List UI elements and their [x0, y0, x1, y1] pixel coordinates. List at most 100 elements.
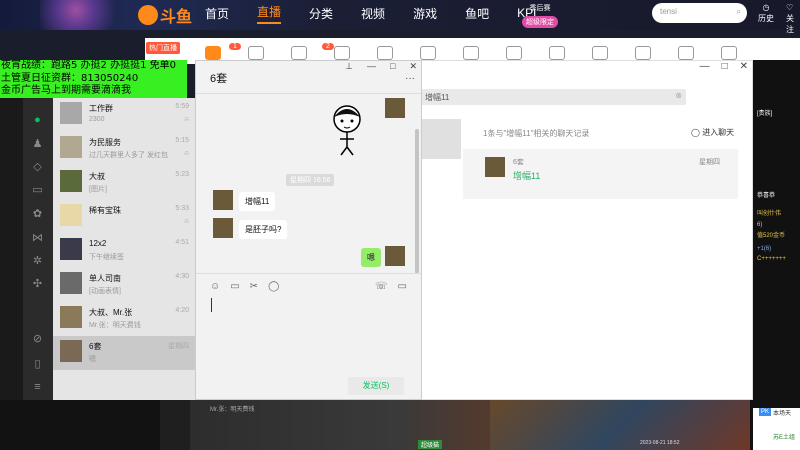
list-item[interactable]: 大叔、Mr.张 Mr.张：明天费钱 4:20	[53, 302, 195, 336]
close-icon[interactable]: ✕	[409, 61, 417, 72]
category-icon-crown[interactable]	[635, 46, 651, 60]
search-value: tensi	[660, 7, 677, 16]
minimize-icon[interactable]: —	[700, 61, 710, 72]
conversation-name: 12x2	[89, 239, 107, 248]
list-item[interactable]: 工作群 2300 5:59 ⍾	[53, 98, 195, 132]
maximize-icon[interactable]: □	[390, 61, 395, 72]
history-button[interactable]: ◷ 历史	[758, 2, 774, 24]
list-item[interactable]: 12x2 下午继续签 4:51	[53, 234, 195, 268]
search-category-tab[interactable]	[421, 119, 461, 159]
conversation-preview: 2300	[89, 116, 105, 123]
channels-icon[interactable]: ⋈	[31, 232, 44, 245]
list-item[interactable]: 为民服务 过几天群里人多了 发红包 5:15 ⍾	[53, 132, 195, 166]
message-input[interactable]	[211, 298, 212, 312]
clear-search-icon[interactable]: ⊗	[675, 91, 682, 100]
mute-icon: ⍾	[184, 150, 189, 157]
scrollbar[interactable]	[415, 129, 419, 274]
search-icon[interactable]: ⌕	[737, 7, 741, 17]
result-message: 增幅11	[513, 171, 541, 181]
close-icon[interactable]: ✕	[740, 61, 748, 72]
category-icon-game[interactable]	[463, 46, 479, 60]
category-icon-task[interactable]	[377, 46, 393, 60]
category-icon-gift2[interactable]	[506, 46, 522, 60]
category-icon-live[interactable]	[205, 46, 221, 60]
send-button[interactable]: 发送(S)	[348, 377, 404, 395]
conversation-time: 4:20	[175, 307, 189, 314]
contacts-icon[interactable]: ♟	[31, 138, 44, 151]
chat-history-icon[interactable]: ◯	[268, 281, 279, 292]
nav-category[interactable]: 分类	[309, 5, 333, 22]
pin-icon[interactable]: ⊥	[345, 61, 353, 72]
mini-program-icon[interactable]: ✣	[31, 278, 44, 291]
wechat-sidebar: ● ♟ ◇ ▭ ✿ ⋈ ✲ ✣ ⊘ ▯ ≡	[23, 98, 53, 400]
category-icon-gift[interactable]	[334, 46, 350, 60]
avatar[interactable]	[385, 98, 405, 118]
sticker-image[interactable]	[327, 101, 367, 157]
list-item[interactable]: 单人司南 [动画表情] 4:30	[53, 268, 195, 302]
avatar[interactable]	[385, 246, 405, 266]
chat-title: 6套	[210, 73, 228, 85]
category-icons	[205, 46, 737, 60]
message-bubble-own[interactable]: 嗯	[361, 248, 381, 267]
minimize-icon[interactable]: —	[367, 61, 376, 72]
more-icon[interactable]: ···	[405, 73, 415, 84]
list-item[interactable]: 6套 嗯 星期四	[53, 336, 195, 370]
promo-banner[interactable]: 季后赛 超级限定	[515, 3, 565, 28]
overlay-line-3: 金币广告马上到期需要滴滴我	[1, 85, 131, 96]
follow-button[interactable]: ♡ 关注	[786, 2, 800, 35]
folder-icon[interactable]: ▭	[31, 184, 44, 197]
message-bubble[interactable]: 是胚子吗?	[239, 220, 288, 239]
category-icon-clock[interactable]	[721, 46, 737, 60]
category-icon-mail[interactable]	[291, 46, 307, 60]
maximize-icon[interactable]: □	[722, 61, 728, 72]
favorites-icon[interactable]: ◇	[31, 161, 44, 174]
stream-overlay-notice: 夜宵战绩：跑路5 办挺2 办挺挺1 免单0 土管夏日征资群：813050240 …	[0, 60, 187, 98]
search-input[interactable]: tensi ⌕	[652, 3, 747, 23]
category-badge-2: 2	[322, 43, 334, 50]
category-icon-hearthstone[interactable]	[248, 46, 264, 60]
related-records-title: 1条与"增幅11"相关的聊天记录	[483, 129, 590, 138]
category-icon-vip[interactable]	[549, 46, 565, 60]
category-icon-ar[interactable]	[592, 46, 608, 60]
avatar[interactable]	[213, 218, 233, 238]
firework-decoration	[40, 0, 130, 30]
list-item[interactable]: 大叔 [图片] 5:23	[53, 166, 195, 200]
category-icon-note[interactable]	[420, 46, 436, 60]
avatar	[60, 272, 82, 294]
stream-tag: 超级猫	[418, 440, 443, 449]
pk-panel[interactable]: PK 本场天 苏E土组	[753, 408, 800, 450]
category-label[interactable]: 热门直播	[146, 42, 180, 54]
nav-video[interactable]: 视频	[361, 5, 385, 22]
chat-line: 值520金币	[757, 233, 786, 239]
chat-line: [贵族]	[757, 111, 773, 117]
search-result-item[interactable]: 6套 增幅11 星期四	[463, 149, 738, 199]
phone-icon[interactable]: ▯	[31, 358, 44, 371]
list-item[interactable]: 稀有宝珠 5:33 ⍾	[53, 200, 195, 234]
chat-window-controls: ⊥ — □ ✕	[345, 61, 417, 72]
menu-icon[interactable]: ≡	[31, 381, 44, 394]
stream-timestamp: 2023-08-21 18:52	[640, 440, 680, 446]
nav-fishbar[interactable]: 鱼吧	[465, 5, 489, 22]
video-icon[interactable]: ▭	[398, 281, 407, 292]
avatar[interactable]	[213, 190, 233, 210]
category-icon-bag[interactable]	[678, 46, 694, 60]
emoji-icon[interactable]: ☺	[210, 281, 220, 292]
nav-live[interactable]: 直播	[257, 3, 282, 24]
overlay-line-1: 夜宵战绩：跑路5 办挺2 办挺挺1 免单0	[1, 60, 176, 71]
moments-icon[interactable]: ✿	[31, 208, 44, 221]
message-bubble[interactable]: 增幅11	[239, 192, 276, 211]
douyu-logo[interactable]: 斗鱼	[138, 4, 192, 26]
chat-search-input[interactable]: 增幅11 ⊗	[421, 89, 686, 105]
chat-icon[interactable]: ●	[31, 114, 44, 127]
scissors-icon[interactable]: ✂	[250, 281, 258, 292]
search-icon[interactable]: ✲	[31, 255, 44, 268]
nav-home[interactable]: 首页	[205, 5, 229, 22]
phone-icon[interactable]: ☏	[375, 281, 388, 292]
conversation-name: 稀有宝珠	[89, 206, 121, 215]
link-icon[interactable]: ⊘	[31, 333, 44, 346]
folder-icon[interactable]: ▭	[230, 281, 239, 292]
enter-chat-button[interactable]: ◯ 进入聊天	[691, 127, 734, 138]
desktop-background	[0, 98, 23, 400]
douyu-topbar: 斗鱼 首页 直播 分类 视频 游戏 鱼吧 KPL 季后赛 超级限定 tensi …	[0, 0, 800, 34]
nav-game[interactable]: 游戏	[413, 5, 437, 22]
